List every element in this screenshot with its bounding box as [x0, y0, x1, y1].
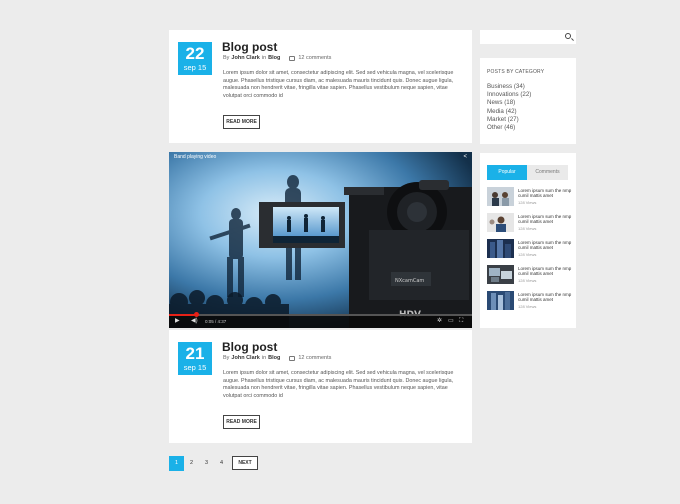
- date-badge: 21 sep 15: [178, 342, 212, 375]
- video-player[interactable]: NXcamCam HDV Band playing video < ▶ ◀) 0…: [169, 152, 472, 328]
- meta-in: in: [261, 55, 267, 61]
- date-month: sep 15: [183, 63, 207, 72]
- category-link[interactable]: Blog: [268, 55, 280, 61]
- author-link[interactable]: John Clark: [231, 355, 259, 361]
- popular-post-views: 128 Views: [518, 226, 537, 231]
- popular-comments-widget: Popular Comments Lorem ipsum sum the nmp…: [480, 153, 576, 328]
- category-link[interactable]: Market (27): [487, 116, 531, 124]
- date-day: 22: [185, 44, 205, 63]
- category-link[interactable]: Blog: [268, 355, 280, 361]
- popular-post-title: Lorem ipsum sum the nmp cumil mattis ame…: [518, 214, 572, 225]
- category-link[interactable]: Other (46): [487, 124, 531, 132]
- popular-post-title: Lorem ipsum sum the nmp cumil mattis ame…: [518, 292, 572, 303]
- meta-by: By: [223, 355, 230, 361]
- play-icon[interactable]: ▶: [175, 318, 180, 325]
- post-excerpt: Lorem ipsum dolor sit amet, consectetur …: [223, 70, 454, 99]
- category-link[interactable]: Innovations (22): [487, 91, 531, 99]
- popular-post-thumbnail: [487, 239, 514, 258]
- read-more-button[interactable]: READ MORE: [223, 415, 260, 429]
- popular-post-item[interactable]: Lorem ipsum sum the nmp cumil mattis ame…: [487, 213, 571, 235]
- date-day: 21: [185, 344, 205, 363]
- date-month: sep 15: [183, 363, 207, 372]
- comments-link[interactable]: 12 comments: [298, 355, 331, 361]
- meta-by: By: [223, 55, 230, 61]
- page-4-button[interactable]: 4: [214, 456, 229, 471]
- category-list: Business (34) Innovations (22) News (18)…: [487, 83, 531, 132]
- video-progress-bar[interactable]: [169, 312, 472, 317]
- share-icon[interactable]: <: [463, 154, 467, 160]
- post-meta: By John Clark in Blog 12 comments: [223, 55, 331, 61]
- volume-icon[interactable]: ◀): [191, 318, 198, 325]
- author-link[interactable]: John Clark: [231, 55, 259, 61]
- category-link[interactable]: Media (42): [487, 108, 531, 116]
- video-frame: NXcamCam HDV: [169, 152, 472, 328]
- popular-post-title: Lorem ipsum sum the nmp cumil mattis ame…: [518, 240, 572, 251]
- popular-post-views: 128 Views: [518, 278, 537, 283]
- next-page-button[interactable]: NEXT: [232, 456, 258, 470]
- settings-icon[interactable]: ✲: [437, 318, 442, 325]
- video-title: Band playing video: [174, 154, 217, 160]
- blog-post-card: 22 sep 15 Blog post By John Clark in Blo…: [169, 30, 472, 143]
- popular-post-thumbnail: [487, 265, 514, 284]
- post-meta: By John Clark in Blog 12 comments: [223, 355, 331, 361]
- tab-comments[interactable]: Comments: [527, 165, 568, 180]
- theater-icon[interactable]: ▭: [448, 318, 454, 325]
- popular-post-item[interactable]: Lorem ipsum sum the nmp cumil mattis ame…: [487, 187, 571, 209]
- svg-text:NXcamCam: NXcamCam: [395, 278, 424, 284]
- popular-post-thumbnail: [487, 291, 514, 310]
- pagination: 1 2 3 4 NEXT: [169, 456, 258, 471]
- popular-post-thumbnail: [487, 213, 514, 232]
- popular-post-title: Lorem ipsum sum the nmp cumil mattis ame…: [518, 188, 572, 199]
- popular-post-title: Lorem ipsum sum the nmp cumil mattis ame…: [518, 266, 572, 277]
- popular-post-item[interactable]: Lorem ipsum sum the nmp cumil mattis ame…: [487, 291, 571, 313]
- video-time: 0:05 / 4:37: [205, 319, 227, 324]
- tab-popular[interactable]: Popular: [487, 165, 527, 180]
- categories-title: POSTS BY CATEGORY: [487, 69, 545, 75]
- post-title[interactable]: Blog post: [222, 40, 277, 54]
- category-link[interactable]: Business (34): [487, 83, 531, 91]
- comments-link[interactable]: 12 comments: [298, 55, 331, 61]
- category-link[interactable]: News (18): [487, 99, 531, 107]
- popular-post-views: 128 Views: [518, 304, 537, 309]
- comment-icon: [289, 355, 296, 361]
- search-box: [480, 30, 576, 44]
- post-excerpt: Lorem ipsum dolor sit amet, consectetur …: [223, 370, 454, 399]
- fullscreen-icon[interactable]: ⛶: [459, 318, 463, 325]
- search-input[interactable]: [480, 30, 560, 44]
- popular-post-views: 128 Views: [518, 200, 537, 205]
- search-icon[interactable]: [565, 33, 571, 39]
- popular-post-views: 128 Views: [518, 252, 537, 257]
- categories-widget: POSTS BY CATEGORY Business (34) Innovati…: [480, 58, 576, 144]
- read-more-button[interactable]: READ MORE: [223, 115, 260, 129]
- page-1-button[interactable]: 1: [169, 456, 184, 471]
- popular-post-thumbnail: [487, 187, 514, 206]
- comment-icon: [289, 55, 296, 61]
- page-2-button[interactable]: 2: [184, 456, 199, 471]
- popular-post-item[interactable]: Lorem ipsum sum the nmp cumil mattis ame…: [487, 265, 571, 287]
- video-progress-fill: [169, 314, 197, 316]
- page-3-button[interactable]: 3: [199, 456, 214, 471]
- blog-post-card: 21 sep 15 Blog post By John Clark in Blo…: [169, 330, 472, 443]
- date-badge: 22 sep 15: [178, 42, 212, 75]
- popular-post-item[interactable]: Lorem ipsum sum the nmp cumil mattis ame…: [487, 239, 571, 261]
- post-title[interactable]: Blog post: [222, 340, 277, 354]
- meta-in: in: [261, 355, 267, 361]
